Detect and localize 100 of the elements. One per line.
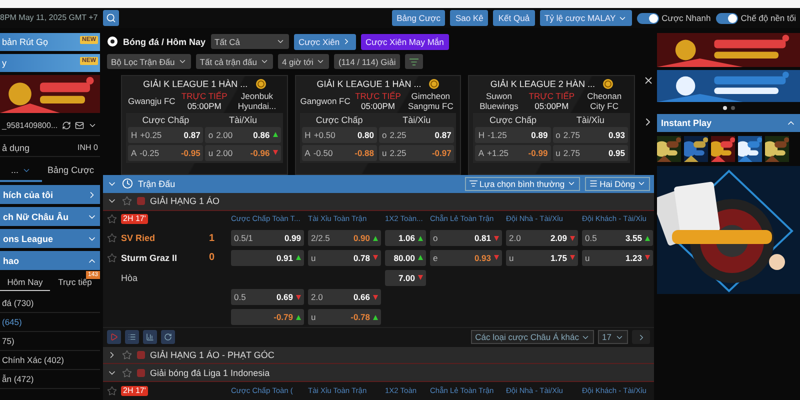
sort-icon: [468, 179, 478, 188]
column-label: Cược Chấp: [141, 114, 190, 124]
nav-button[interactable]: Sao Kê: [450, 10, 488, 26]
star-icon[interactable]: [107, 252, 117, 263]
star-icon[interactable]: [107, 386, 117, 396]
column-label: Tài/Xỉu: [228, 114, 258, 124]
star-icon[interactable]: [122, 196, 132, 206]
parlay-button[interactable]: Cược Xiên: [294, 34, 356, 50]
odds-button[interactable]: 2.0 0.66: [308, 289, 381, 306]
filter-select[interactable]: Bộ Lọc Trận Đấu: [107, 54, 191, 70]
team-name: SV Ried: [121, 233, 156, 244]
sport-item[interactable]: đá (730): [0, 294, 100, 313]
count-select[interactable]: 17: [598, 330, 628, 344]
filter-select[interactable]: Tất cả trận đấu: [196, 54, 273, 70]
live-time: 2H 17': [121, 386, 148, 396]
mail-icon[interactable]: [74, 121, 84, 130]
list-button[interactable]: [125, 330, 139, 344]
sport-item[interactable]: ẫn (472): [0, 370, 100, 389]
sort-button[interactable]: [404, 54, 423, 70]
carousel-dot[interactable]: [730, 106, 734, 110]
odds-button[interactable]: 0.5/1 0.99: [231, 230, 304, 246]
sort-select[interactable]: Lựa chọn bình thường: [464, 176, 580, 191]
refresh-icon[interactable]: [62, 121, 71, 130]
star-icon[interactable]: [122, 368, 132, 378]
sidebar-section[interactable]: ch Nữ Châu Âu: [0, 207, 100, 226]
odds-button[interactable]: H -1.25 0.89: [475, 126, 551, 142]
star-icon[interactable]: [107, 214, 117, 224]
nav-button[interactable]: Kết Quả: [493, 10, 535, 26]
bar-chart-icon: [146, 333, 154, 342]
match-time: 05:00PM: [187, 100, 222, 110]
sport-item[interactable]: Chính Xác (402): [0, 351, 100, 370]
close-button[interactable]: [642, 74, 654, 86]
nav-button[interactable]: Bảng Cược: [392, 10, 446, 26]
odds-button[interactable]: u 2.25 -0.97: [379, 144, 454, 160]
odds-button[interactable]: A -0.50 -0.88: [302, 144, 377, 160]
odds-button[interactable]: u 0.78: [308, 250, 381, 266]
sidebar-section[interactable]: hích của tôi: [0, 185, 100, 204]
search-icon: [106, 13, 116, 23]
odds-button[interactable]: 0.5 3.55: [582, 230, 653, 246]
odds-button[interactable]: A +1.25 -0.99: [475, 144, 551, 160]
carousel-dot[interactable]: [722, 106, 726, 110]
toggle-switch[interactable]: [636, 12, 659, 24]
sport-tab[interactable]: Hôm Nay: [0, 273, 50, 291]
odds-button[interactable]: o 2.75 0.93: [552, 126, 628, 142]
clock-icon: [122, 178, 133, 190]
odds-button[interactable]: o 0.81: [430, 230, 502, 246]
odds-button[interactable]: A -0.25 -0.95: [128, 144, 204, 160]
panel-title: Instant Play: [661, 118, 712, 128]
coin-icon: [602, 78, 613, 88]
league-name[interactable]: Giải bóng đá Liga 1 Indonesia: [150, 368, 270, 378]
sport-item[interactable]: 75): [0, 332, 100, 351]
league-name[interactable]: GIẢI HẠNG 1 ÁO - PHẠT GÓC: [150, 350, 274, 360]
star-icon[interactable]: [107, 233, 117, 244]
odds-button[interactable]: 80.00: [385, 250, 426, 266]
account-id: _9581409800...: [2, 121, 58, 130]
stats-button[interactable]: [143, 330, 157, 344]
league-name[interactable]: GIẢI HẠNG 1 ÁO: [150, 196, 220, 206]
odds-button[interactable]: e 0.93: [430, 250, 502, 266]
lucky-parlay-button[interactable]: Cược Xiên May Mắn: [360, 34, 449, 50]
filter-select[interactable]: 4 giờ tới: [278, 54, 330, 70]
breadcrumb: Bóng đá / Hôm Nay: [123, 36, 206, 47]
view-select[interactable]: Hai Dòng: [584, 176, 650, 191]
toggle-switch[interactable]: [716, 12, 738, 24]
odds-button[interactable]: o 2.25 0.87: [379, 126, 454, 142]
odds-button[interactable]: 2.0 2.09: [506, 230, 578, 246]
column-label: Tài/Xỉu: [402, 114, 432, 124]
league-count[interactable]: (114 / 114) Giải: [334, 54, 400, 70]
refresh-button[interactable]: [161, 330, 175, 344]
search-button[interactable]: [102, 10, 119, 26]
sidebar-tab[interactable]: Bảng Cược: [42, 160, 100, 182]
odds-button[interactable]: 0.5 0.69: [231, 289, 304, 306]
odds-button[interactable]: 0.91: [231, 250, 304, 266]
odds-button[interactable]: 7.00: [385, 270, 426, 286]
odds-button[interactable]: u 2.75 0.95: [552, 144, 628, 160]
odds-button[interactable]: u 1.23: [582, 250, 653, 266]
sidebar-section[interactable]: ons League: [0, 229, 100, 248]
chevron-down-icon[interactable]: [88, 121, 97, 130]
odds-button[interactable]: H +0.25 0.87: [128, 126, 204, 142]
sidebar-section[interactable]: hao: [0, 251, 100, 270]
filter-select[interactable]: Tất Cả: [210, 34, 289, 50]
odds-button[interactable]: 2/2.5 0.90: [308, 230, 381, 246]
sport-item[interactable]: (645): [0, 313, 100, 332]
clock-text: 8PM May 11, 2025 GMT +7: [0, 13, 98, 23]
odds-button[interactable]: 1.06: [385, 230, 426, 246]
score: 0: [209, 252, 216, 264]
odds-button[interactable]: u 1.75: [506, 250, 578, 266]
odds-button[interactable]: H +0.50 0.80: [302, 126, 377, 142]
star-icon[interactable]: [122, 350, 132, 360]
bet-type-select[interactable]: Các loại cược Châu Á khác: [471, 330, 594, 344]
sidebar-tab[interactable]: ...: [0, 160, 42, 182]
odds-button[interactable]: u 2.00 -0.96: [205, 144, 281, 160]
play-button[interactable]: [107, 330, 121, 344]
flag-icon: [137, 351, 145, 360]
odds-button[interactable]: u -0.78: [308, 309, 381, 326]
odds-type-select[interactable]: Tỷ lệ cược MALAY: [540, 10, 632, 26]
team-name: Suwon Bluewings: [478, 90, 520, 110]
match-time: 05:00PM: [534, 100, 569, 110]
odds-button[interactable]: o 2.00 0.86: [205, 126, 281, 142]
odds-button[interactable]: -0.79: [231, 309, 304, 326]
column-label: Cược Chấp: [488, 114, 538, 124]
